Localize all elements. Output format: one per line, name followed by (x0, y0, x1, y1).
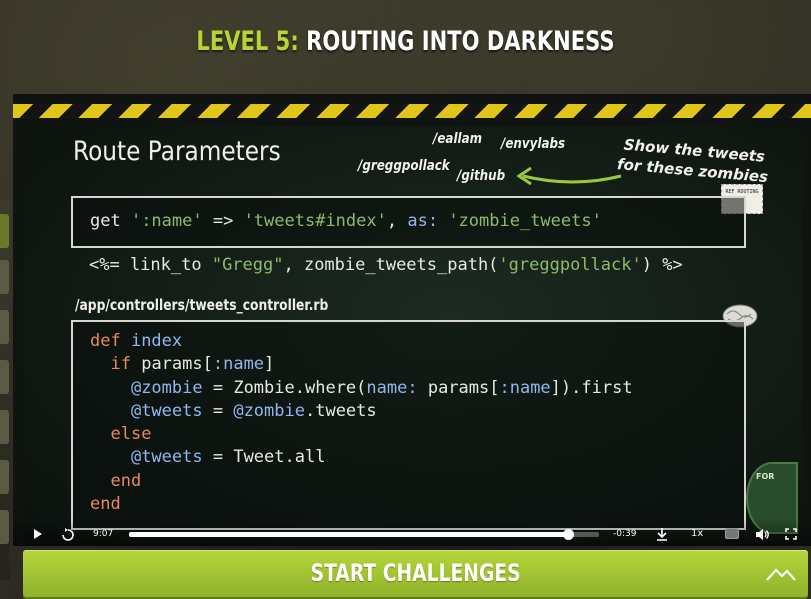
annotation-envylabs: /envylabs (501, 136, 566, 152)
remaining-time: -0:39 (613, 529, 637, 539)
code-text: <%= link_to (89, 255, 212, 275)
route-code-box: get ':name' => 'tweets#index', as: 'zomb… (71, 196, 746, 248)
download-button[interactable] (656, 528, 668, 541)
file-path: /app/controllers/tweets_controller.rb (75, 296, 329, 314)
speed-button[interactable]: 1x (691, 528, 703, 540)
sidebar-tab[interactable] (0, 460, 9, 494)
code-string: "Gregg" (211, 255, 284, 275)
code-text: = (202, 447, 234, 468)
code-text: params[ (141, 354, 213, 375)
play-button[interactable] (33, 528, 43, 540)
volume-button[interactable] (755, 528, 770, 540)
code-ivar: @zombie (233, 400, 305, 421)
progress-knob[interactable] (562, 529, 574, 540)
slide-title: Route Parameters (73, 136, 281, 167)
code-keyword: if (110, 354, 142, 375)
sidebar-tab[interactable] (0, 260, 9, 294)
code-text: ] (264, 354, 275, 375)
code-symbol: name: (366, 377, 418, 398)
left-sidebar-strip (0, 200, 10, 580)
code-text: params[ (417, 377, 500, 398)
progress-fill (129, 532, 568, 537)
code-text: get (90, 211, 131, 231)
player-controls: 9:07 -0:39 1x (13, 518, 811, 546)
replay-button[interactable] (61, 528, 75, 541)
code-keyword: else (110, 424, 152, 445)
code-string: 'zombie_tweets' (448, 211, 602, 231)
code-text: => (202, 211, 244, 231)
code-string: 'greggpollack' (498, 255, 642, 275)
badge-text: FOR (756, 472, 775, 481)
current-time: 9:07 (93, 529, 114, 539)
code-string: 'tweets#index' (243, 211, 387, 231)
code-text: .all (284, 447, 326, 468)
code-method: index (130, 331, 183, 351)
code-text: .where( (294, 377, 367, 398)
start-challenges-button[interactable]: START CHALLENGES (23, 550, 808, 597)
code-ivar: @tweets (130, 447, 203, 468)
level-title: LEVEL 5: ROUTING INTO DARKNESS (89, 26, 722, 57)
sidebar-tab[interactable] (0, 214, 9, 248)
volume-icon (756, 529, 769, 540)
captions-button[interactable] (725, 528, 739, 540)
start-challenges-label: START CHALLENGES (310, 559, 521, 587)
annotation-eallam: /eallam (433, 131, 483, 147)
controller-code-box: def index if params[:name] @zombie = Zom… (71, 320, 746, 530)
progress-bar[interactable] (129, 529, 599, 540)
sidebar-tab[interactable] (0, 410, 9, 444)
hazard-stripe-top (13, 104, 811, 118)
level-name: ROUTING INTO DARKNESS (306, 26, 615, 57)
annotation-greggpollack: /greggpollack (358, 158, 450, 174)
level-label: LEVEL 5: (196, 26, 299, 57)
erb-code-line: <%= link_to "Gregg", zombie_tweets_path(… (89, 255, 683, 275)
code-symbol: :name (212, 354, 265, 375)
code-text: , zombie_tweets_path( (283, 255, 499, 275)
download-icon (657, 528, 667, 541)
video-player[interactable]: Route Parameters /eallam /envylabs /greg… (13, 94, 811, 546)
code-const: Tweet (233, 447, 285, 468)
code-text: .tweets (304, 400, 377, 421)
code-text: , (386, 211, 408, 231)
play-icon (34, 529, 42, 539)
annotation-github: /github (457, 168, 506, 184)
arrow-icon (516, 166, 622, 186)
code-text: = (202, 377, 234, 398)
sidebar-tab[interactable] (0, 310, 9, 344)
code-ivar: @tweets (130, 400, 203, 421)
fullscreen-icon (785, 528, 797, 540)
code-const: Zombie (233, 377, 295, 398)
ref-stamp-text: REF ROUTING (725, 189, 759, 195)
code-text: ) %> (641, 255, 683, 275)
code-keyword: end (90, 494, 121, 515)
code-text: = (202, 400, 234, 421)
captions-icon (725, 528, 739, 539)
sidebar-tab[interactable] (0, 360, 9, 394)
code-keyword: end (110, 470, 142, 491)
code-keyword: def (90, 331, 131, 351)
replay-icon (62, 528, 74, 541)
code-symbol: :name (499, 377, 551, 398)
mountain-icon (766, 568, 796, 581)
code-string: ':name' (130, 211, 203, 231)
code-symbol: as: (407, 211, 439, 231)
sidebar-tab[interactable] (0, 510, 9, 544)
code-text: ]).first (550, 377, 633, 398)
code-ivar: @zombie (130, 377, 203, 398)
fullscreen-button[interactable] (785, 528, 797, 540)
